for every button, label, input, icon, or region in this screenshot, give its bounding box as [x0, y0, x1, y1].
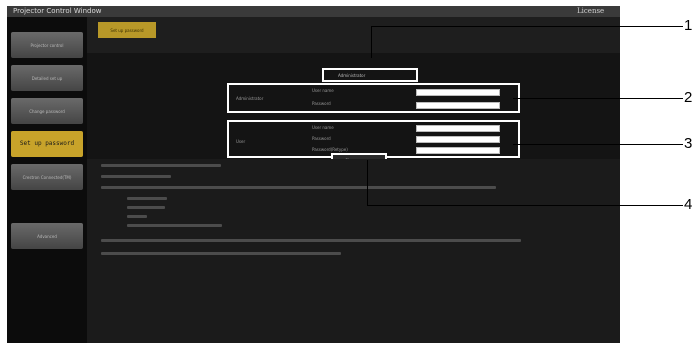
note-line — [101, 186, 496, 189]
user-user-name-label: User name — [312, 125, 334, 130]
user-confirm-input[interactable] — [416, 147, 500, 154]
admin-user-name-input[interactable] — [416, 89, 500, 96]
user-section-title: User — [236, 139, 246, 144]
note-line — [101, 164, 221, 167]
tab-set-up-password[interactable]: Set up password — [98, 22, 156, 38]
sidebar-item-label: Detailed set up — [31, 75, 63, 81]
admin-section-title: Administrator — [236, 96, 264, 101]
sidebar-item-label: Advanced — [37, 233, 57, 239]
header-band: Set up password — [87, 17, 620, 53]
sidebar-item-label: Projector control — [30, 42, 64, 48]
sidebar-item-set-up-password[interactable]: Set up password — [11, 131, 83, 157]
note-line — [127, 206, 165, 209]
admin-password-input[interactable] — [416, 102, 500, 109]
callout-1-leader — [371, 26, 683, 27]
admin-section: Administrator User name Password — [227, 83, 520, 113]
callout-2: 2 — [684, 89, 693, 106]
sidebar-item-label: Crestron Connected(TM) — [22, 174, 72, 180]
note-line — [127, 215, 147, 218]
callout-1: 1 — [684, 17, 693, 34]
sidebar-item-detailed-set-up[interactable]: Change password — [11, 98, 83, 124]
callout-4-leader — [367, 205, 683, 206]
sidebar-item-label: Change password — [29, 108, 65, 114]
sidebar-item-projector-control[interactable]: Detailed set up — [11, 65, 83, 91]
note-line — [127, 224, 222, 227]
admin-password-label: Password — [312, 101, 331, 106]
callout-3-leader — [513, 144, 683, 145]
note-line — [101, 252, 341, 255]
sidebar-item-status[interactable]: Projector control — [11, 32, 83, 58]
sidebar-item-label: Set up password — [19, 140, 75, 147]
user-password-label: Password — [312, 136, 331, 141]
user-password-input[interactable] — [416, 136, 500, 143]
callout-2-leader — [513, 98, 683, 99]
account-select-value: Administrator — [338, 73, 366, 78]
user-user-name-input[interactable] — [416, 125, 500, 132]
admin-user-name-label: User name — [312, 88, 334, 93]
app-title: Projector Control Window — [13, 7, 102, 15]
sidebar-item-crestron[interactable]: Crestron Connected(TM) — [11, 164, 83, 190]
title-bar: Projector Control Window License — [7, 6, 620, 17]
notes-area — [87, 159, 620, 343]
account-select[interactable]: Administrator — [322, 68, 418, 82]
callout-3: 3 — [684, 135, 693, 152]
browser-screen: Projector Control Window License Project… — [7, 6, 620, 343]
license-link[interactable]: License — [577, 7, 604, 15]
sidebar-item-advanced[interactable]: Advanced — [11, 223, 83, 249]
callout-4: 4 — [684, 196, 693, 213]
user-confirm-label: Password(Retype) — [312, 147, 348, 152]
callout-1-leader-v — [371, 26, 372, 58]
note-line — [101, 175, 171, 178]
note-line — [127, 197, 167, 200]
main-panel: Set up password Administrator Administra… — [87, 17, 620, 343]
sidebar: Projector control Detailed set up Change… — [7, 17, 87, 343]
callout-4-leader-v — [367, 160, 368, 205]
note-line — [101, 239, 521, 242]
